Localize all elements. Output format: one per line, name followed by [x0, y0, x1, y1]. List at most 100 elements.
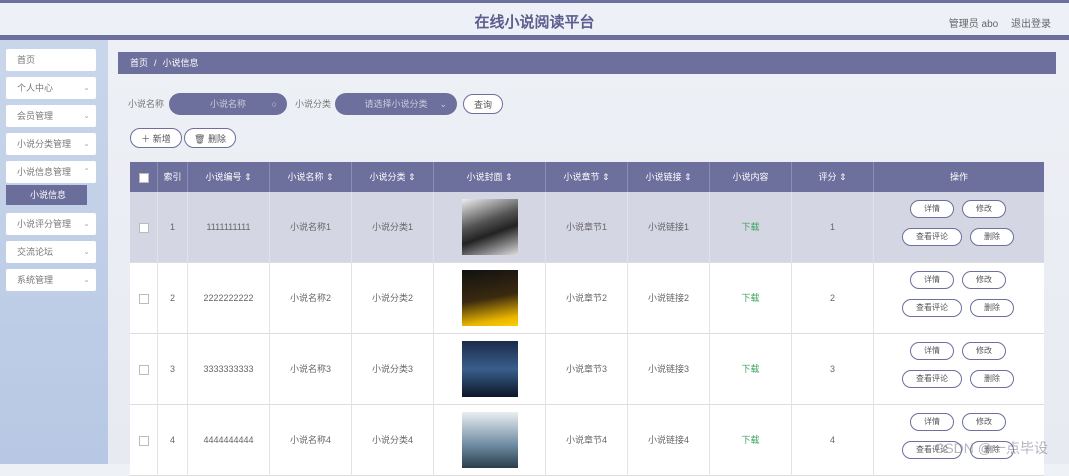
header-link[interactable]: 小说链接 ⇕ — [628, 162, 710, 192]
cell-code: 2222222222 — [188, 263, 270, 334]
cell-link: 小说链接3 — [628, 334, 710, 405]
sidebar-subitem-novel-info[interactable]: 小说信息 — [6, 185, 87, 205]
row-checkbox-cell[interactable] — [130, 405, 158, 476]
cell-index: 1 — [158, 192, 188, 263]
cell-index: 4 — [158, 405, 188, 476]
header-category[interactable]: 小说分类 ⇕ — [352, 162, 434, 192]
header-score[interactable]: 评分 ⇕ — [792, 162, 874, 192]
cover-image — [462, 199, 518, 255]
chevron-down-icon: ⌄ — [83, 111, 90, 120]
sidebar-item-members[interactable]: 会员管理 ⌄ — [6, 105, 96, 127]
query-button[interactable]: 查询 — [463, 94, 503, 114]
table-row[interactable]: 4 4444444444 小说名称4 小说分类4 小说章节4 小说链接4 下载 4 详情 修改 查看… — [130, 405, 1044, 476]
cell-name: 小说名称3 — [270, 334, 352, 405]
cover-image — [462, 270, 518, 326]
sidebar-item-label: 系统管理 — [17, 275, 54, 285]
remove-button[interactable]: 删除 — [970, 299, 1014, 317]
detail-button[interactable]: 详情 — [910, 413, 954, 431]
sidebar-item-home[interactable]: 首页 — [6, 49, 96, 71]
sidebar-item-forum[interactable]: 交流论坛 ⌄ — [6, 241, 96, 263]
sidebar-item-label: 会员管理 — [17, 111, 54, 121]
cell-index: 3 — [158, 334, 188, 405]
cell-chapter: 小说章节3 — [546, 334, 628, 405]
select-all-checkbox[interactable] — [138, 172, 149, 183]
header-index: 索引 — [158, 162, 188, 192]
remove-button[interactable]: 删除 — [970, 228, 1014, 246]
chevron-down-icon: ⌄ — [83, 83, 90, 92]
cell-content[interactable]: 下载 — [710, 192, 792, 263]
sidebar-item-novels[interactable]: 小说信息管理 ⌃ — [6, 161, 96, 183]
sidebar-item-label: 小说分类管理 — [17, 139, 72, 149]
search-icon: ○ — [271, 99, 277, 109]
main-content: 首页 / 小说信息 小说名称 小说名称 ○ 小说分类 请选择小说分类 ⌄ 查询 ＋ 新增… — [118, 52, 1056, 476]
header-cover[interactable]: 小说封面 ⇕ — [434, 162, 546, 192]
cell-content[interactable]: 下载 — [710, 263, 792, 334]
chevron-down-icon: ⌄ — [83, 275, 90, 284]
detail-button[interactable]: 详情 — [910, 200, 954, 218]
chevron-down-icon: ⌄ — [439, 99, 447, 109]
remove-button[interactable]: 删除 — [970, 370, 1014, 388]
chevron-down-icon: ⌄ — [83, 139, 90, 148]
header-code[interactable]: 小说编号 ⇕ — [188, 162, 270, 192]
category-select[interactable]: 请选择小说分类 ⌄ — [335, 93, 457, 115]
cell-category: 小说分类1 — [352, 192, 434, 263]
top-header: 在线小说阅读平台 管理员 abo 退出登录 — [0, 0, 1069, 40]
delete-button[interactable]: 🗑 删除 — [184, 128, 236, 148]
view-comments-button[interactable]: 查看评论 — [902, 370, 962, 388]
name-search-input[interactable]: 小说名称 ○ — [169, 93, 287, 115]
cell-content[interactable]: 下载 — [710, 334, 792, 405]
cover-image — [462, 412, 518, 468]
add-button[interactable]: ＋ 新增 — [130, 128, 182, 148]
header-name[interactable]: 小说名称 ⇕ — [270, 162, 352, 192]
cover-image — [462, 341, 518, 397]
row-checkbox-cell[interactable] — [130, 334, 158, 405]
cell-score: 1 — [792, 192, 874, 263]
sidebar-item-label: 首页 — [17, 55, 36, 65]
cell-category: 小说分类3 — [352, 334, 434, 405]
edit-button[interactable]: 修改 — [962, 342, 1006, 360]
cell-chapter: 小说章节1 — [546, 192, 628, 263]
row-checkbox-cell[interactable] — [130, 263, 158, 334]
watermark: CSDN @一点毕设 — [934, 440, 1048, 456]
header-chapter[interactable]: 小说章节 ⇕ — [546, 162, 628, 192]
cell-index: 2 — [158, 263, 188, 334]
cell-cover — [434, 192, 546, 263]
cell-score: 4 — [792, 405, 874, 476]
header-actions: 操作 — [949, 172, 968, 182]
cell-cover — [434, 405, 546, 476]
edit-button[interactable]: 修改 — [962, 200, 1006, 218]
sidebar-item-system[interactable]: 系统管理 ⌄ — [6, 269, 96, 291]
sidebar-item-label: 小说信息管理 — [17, 167, 72, 177]
sidebar-item-categories[interactable]: 小说分类管理 ⌄ — [6, 133, 96, 155]
row-checkbox[interactable] — [138, 293, 149, 304]
user-label: 管理员 abo — [948, 19, 999, 30]
cell-chapter: 小说章节4 — [546, 405, 628, 476]
cell-content[interactable]: 下载 — [710, 405, 792, 476]
cell-code: 3333333333 — [188, 334, 270, 405]
name-placeholder: 小说名称 — [209, 99, 246, 109]
row-checkbox[interactable] — [138, 364, 149, 375]
sidebar-item-ratings[interactable]: 小说评分管理 ⌄ — [6, 213, 96, 235]
detail-button[interactable]: 详情 — [910, 342, 954, 360]
view-comments-button[interactable]: 查看评论 — [902, 299, 962, 317]
table-row[interactable]: 3 3333333333 小说名称3 小说分类3 小说章节3 小说链接3 下载 3 详情 修改 查看… — [130, 334, 1044, 405]
view-comments-button[interactable]: 查看评论 — [902, 228, 962, 246]
cell-cover — [434, 263, 546, 334]
breadcrumb-home[interactable]: 首页 — [130, 58, 148, 68]
row-checkbox[interactable] — [138, 222, 149, 233]
select-all-checkbox-cell[interactable] — [130, 162, 158, 192]
table-row[interactable]: 2 2222222222 小说名称2 小说分类2 小说章节2 小说链接2 下载 2 详情 修改 查看… — [130, 263, 1044, 334]
row-checkbox-cell[interactable] — [130, 192, 158, 263]
sidebar-item-label: 小说评分管理 — [17, 219, 72, 229]
chevron-up-icon: ⌃ — [83, 167, 90, 176]
cell-score: 3 — [792, 334, 874, 405]
edit-button[interactable]: 修改 — [962, 413, 1006, 431]
detail-button[interactable]: 详情 — [910, 271, 954, 289]
edit-button[interactable]: 修改 — [962, 271, 1006, 289]
row-checkbox[interactable] — [138, 435, 149, 446]
table-row[interactable]: 1 1111111111 小说名称1 小说分类1 小说章节1 小说链接1 下载 1 详情 修改 查看… — [130, 192, 1044, 263]
logout-link[interactable]: 退出登录 — [1011, 19, 1051, 30]
cell-score: 2 — [792, 263, 874, 334]
sidebar-item-profile[interactable]: 个人中心 ⌄ — [6, 77, 96, 99]
cell-link: 小说链接2 — [628, 263, 710, 334]
